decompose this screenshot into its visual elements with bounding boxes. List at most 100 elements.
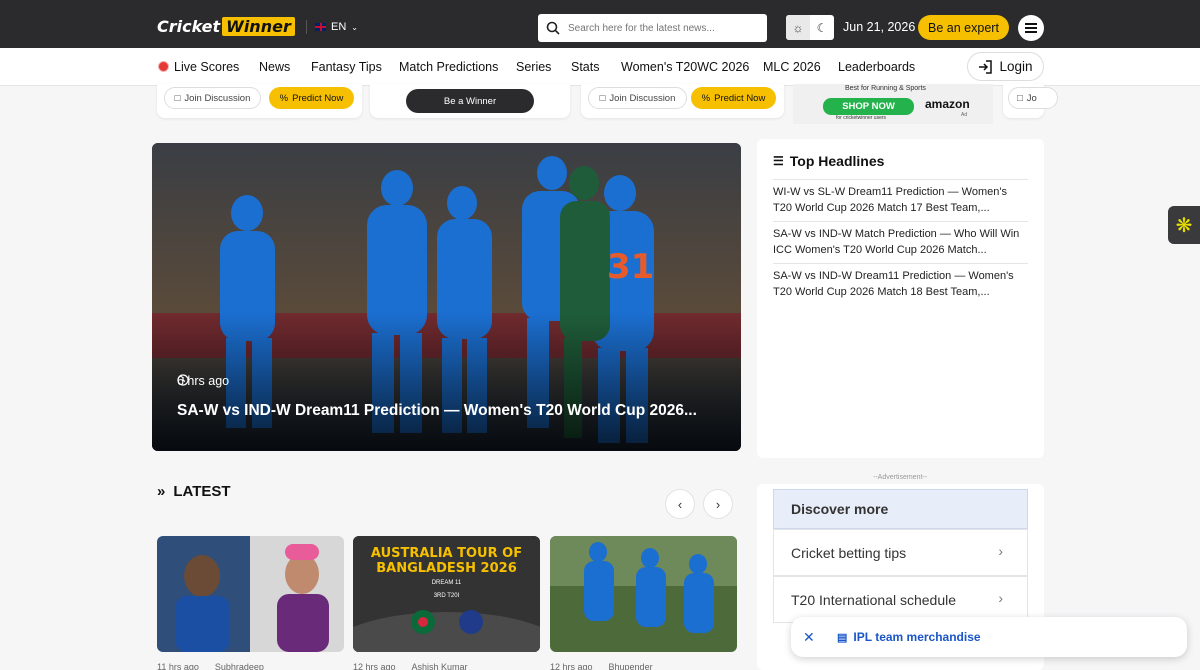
- live-dot-icon: [158, 61, 169, 72]
- be-an-expert-button[interactable]: Be an expert: [918, 15, 1009, 40]
- be-a-winner-button[interactable]: Be a Winner: [406, 89, 534, 113]
- login-label: Login: [999, 59, 1033, 74]
- sticky-ad-bar[interactable]: ✕ ▤ IPL team merchandise: [791, 617, 1187, 657]
- chevron-right-icon: ›: [998, 590, 1003, 606]
- article-author[interactable]: Ashish Kumar: [412, 662, 468, 670]
- hero-article[interactable]: 31 6 hrs ago SA-W vs IND-W Dream11 Predi…: [152, 143, 741, 451]
- close-icon[interactable]: ✕: [803, 629, 819, 646]
- button-label: Predict Now: [292, 92, 344, 104]
- article-time: 12 hrs ago: [550, 662, 593, 670]
- ipl-merchandise-link[interactable]: ▤ IPL team merchandise: [837, 630, 981, 644]
- latest-article-thumbnail[interactable]: [550, 536, 737, 652]
- nav-leaderboards[interactable]: Leaderboards: [838, 60, 915, 74]
- search-box[interactable]: [538, 14, 767, 42]
- carousel-prev-button[interactable]: ‹: [665, 489, 695, 519]
- article-time: 11 hrs ago: [157, 662, 199, 670]
- article-author[interactable]: Bhupender: [609, 662, 653, 670]
- match-card: Be a Winner: [370, 84, 570, 118]
- discover-row-betting-tips[interactable]: Cricket betting tips ›: [773, 529, 1028, 576]
- language-selector[interactable]: EN ⌄: [306, 20, 358, 34]
- latest-heading: » LATEST: [157, 483, 231, 500]
- latest-article-thumbnail[interactable]: [157, 536, 344, 652]
- headline-item[interactable]: SA-W vs IND-W Match Prediction — Who Wil…: [773, 221, 1028, 258]
- nav-mlc[interactable]: MLC 2026: [763, 60, 821, 74]
- site-logo[interactable]: Cricket Winner: [157, 17, 295, 36]
- nav-match-predictions[interactable]: Match Predictions: [399, 60, 498, 74]
- logo-text-winner: Winner: [222, 17, 295, 36]
- button-label: Join Discussion: [609, 92, 676, 104]
- article-meta: 12 hrs ago Bhupender: [550, 662, 653, 670]
- nav-womens-t20wc[interactable]: Women's T20WC 2026: [621, 60, 749, 74]
- amazon-ad-banner[interactable]: Best for Running & Sports SHOP NOW for c…: [793, 84, 993, 124]
- predict-now-button[interactable]: % Predict Now: [269, 87, 354, 109]
- login-icon: [979, 59, 993, 74]
- logo-text-cricket: Cricket: [157, 17, 221, 36]
- join-discussion-button[interactable]: □ Jo: [1008, 87, 1058, 109]
- headline-title-text: Top Headlines: [789, 153, 885, 169]
- chevron-left-icon: ‹: [677, 496, 683, 512]
- chevron-right-icon: ›: [998, 543, 1003, 559]
- sticky-ad-label: IPL team merchandise: [853, 630, 981, 644]
- article-time: 12 hrs ago: [353, 662, 396, 670]
- headline-item[interactable]: WI-W vs SL-W Dream11 Prediction — Women'…: [773, 179, 1028, 216]
- chevron-right-icon: ›: [715, 496, 721, 512]
- ad-badge: Ad: [961, 112, 968, 118]
- article-meta: 12 hrs ago Ashish Kumar: [353, 662, 468, 670]
- search-input[interactable]: [568, 22, 758, 34]
- newspaper-icon: ▤: [837, 631, 848, 644]
- amazon-logo: amazon: [925, 97, 970, 111]
- hero-timestamp: 6 hrs ago: [177, 374, 229, 388]
- discover-row-t20-schedule[interactable]: T20 International schedule ›: [773, 576, 1028, 623]
- top-headlines-panel: ☰ Top Headlines WI-W vs SL-W Dream11 Pre…: [757, 139, 1044, 458]
- match-card: □ Join Discussion % Predict Now: [581, 84, 784, 118]
- top-bar: Cricket Winner EN ⌄ ☼ ☾ Jun 21, 2026 Be …: [0, 0, 1200, 48]
- login-button[interactable]: Login: [967, 52, 1044, 81]
- sun-icon[interactable]: ☼: [786, 15, 810, 40]
- nav-series[interactable]: Series: [516, 60, 551, 74]
- match-card: □ Jo: [1003, 84, 1058, 118]
- floating-widget-button[interactable]: ❋: [1168, 206, 1200, 244]
- predict-now-button[interactable]: % Predict Now: [691, 87, 776, 109]
- advertisement-label: --Advertisement--: [873, 474, 928, 481]
- button-label: Predict Now: [714, 92, 766, 104]
- clock-icon: [177, 374, 189, 386]
- thumb-match: 3RD T20I: [433, 593, 460, 599]
- thumb-headline: AUSTRALIA TOUR OF BANGLADESH 2026: [370, 546, 523, 576]
- discover-row-label: T20 International schedule: [791, 592, 956, 608]
- article-image: [157, 536, 344, 652]
- search-icon: [546, 21, 560, 35]
- sparkle-icon: ❋: [1175, 214, 1193, 237]
- ad-subtext: for cricketwinner users: [836, 115, 887, 121]
- chat-icon: □: [1017, 92, 1023, 104]
- discover-row-label: Cricket betting tips: [791, 545, 907, 561]
- hero-title[interactable]: SA-W vs IND-W Dream11 Prediction — Women…: [177, 402, 697, 420]
- nav-fantasy-tips[interactable]: Fantasy Tips: [311, 60, 382, 74]
- top-headlines-heading: ☰ Top Headlines: [773, 153, 884, 169]
- percent-icon: %: [279, 92, 289, 104]
- carousel-next-button[interactable]: ›: [703, 489, 733, 519]
- chat-icon: □: [599, 92, 606, 104]
- theme-toggle[interactable]: ☼ ☾: [786, 15, 834, 40]
- hamburger-menu-button[interactable]: [1018, 15, 1044, 41]
- button-label: Join Discussion: [184, 92, 251, 104]
- headline-item[interactable]: SA-W vs IND-W Dream11 Prediction — Women…: [773, 263, 1028, 300]
- join-discussion-button[interactable]: □ Join Discussion: [588, 87, 687, 109]
- join-discussion-button[interactable]: □ Join Discussion: [164, 87, 261, 109]
- article-image: [550, 536, 737, 652]
- nav-news[interactable]: News: [259, 60, 290, 74]
- latest-article-thumbnail[interactable]: AUSTRALIA TOUR OF BANGLADESH 2026 DREAM …: [353, 536, 540, 652]
- nav-live-scores[interactable]: Live Scores: [158, 60, 239, 74]
- nav-stats[interactable]: Stats: [571, 60, 600, 74]
- list-icon: ☰: [773, 154, 784, 168]
- moon-icon[interactable]: ☾: [810, 15, 834, 40]
- article-meta: 11 hrs ago Subhradeep: [157, 662, 264, 670]
- nav-label: Live Scores: [174, 60, 240, 74]
- latest-title-text: LATEST: [173, 483, 231, 500]
- main-nav: Live Scores News Fantasy Tips Match Pred…: [0, 48, 1200, 86]
- chevron-down-icon: ⌄: [351, 22, 358, 32]
- shop-now-button[interactable]: SHOP NOW: [823, 98, 914, 115]
- thumb-subtitle: DREAM 11: [431, 580, 462, 586]
- article-author[interactable]: Subhradeep: [215, 662, 264, 670]
- percent-icon: %: [701, 92, 711, 104]
- ad-tagline: Best for Running & Sports: [845, 85, 926, 92]
